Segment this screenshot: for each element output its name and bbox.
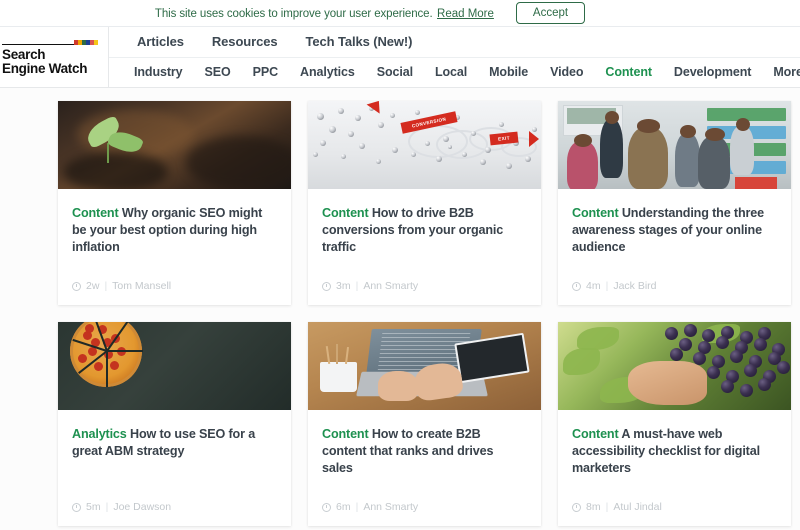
article-title[interactable]: Analytics How to use SEO for a great ABM… — [72, 426, 277, 460]
meta-separator: | — [105, 501, 109, 513]
article-time: 8m — [586, 501, 601, 513]
article-card[interactable]: Content A must-have web accessibility ch… — [558, 322, 791, 526]
article-body: Content How to create B2B content that r… — [308, 410, 541, 501]
nav-item-video[interactable]: Video — [539, 65, 594, 79]
thumbnail-art-students-in-library — [558, 101, 791, 189]
article-thumbnail[interactable] — [558, 101, 791, 189]
clock-icon — [322, 281, 331, 291]
meta-separator: | — [355, 280, 359, 292]
article-author[interactable]: Ann Smarty — [363, 501, 418, 513]
article-category[interactable]: Content — [322, 206, 369, 220]
article-time: 3m — [336, 280, 351, 292]
article-thumbnail[interactable] — [58, 322, 291, 410]
site-header: Search Engine Watch Articles Resources Tec… — [0, 27, 800, 88]
nav-item-ppc[interactable]: PPC — [242, 65, 289, 79]
article-meta: 5m | Joe Dawson — [58, 501, 291, 526]
nav-item-analytics[interactable]: Analytics — [289, 65, 366, 79]
article-meta: 3m | Ann Smarty — [308, 280, 541, 305]
meta-separator: | — [355, 501, 359, 513]
primary-nav: Articles Resources Tech Talks (New!) — [109, 27, 800, 57]
article-time: 5m — [86, 501, 101, 513]
article-category[interactable]: Analytics — [72, 427, 127, 441]
cookie-consent-message: This site uses cookies to improve your u… — [154, 8, 433, 20]
article-time: 4m — [586, 280, 601, 292]
article-card[interactable]: CONVERSION EXIT Content How to drive B2B c… — [308, 101, 541, 305]
article-category[interactable]: Content — [322, 427, 369, 441]
article-grid: Content Why organic SEO might be your be… — [0, 101, 800, 526]
article-card[interactable]: Content How to create B2B content that r… — [308, 322, 541, 526]
article-thumbnail[interactable] — [58, 101, 291, 189]
logo-color-swatches — [74, 40, 98, 45]
article-thumbnail[interactable] — [558, 322, 791, 410]
site-logo[interactable]: Search Engine Watch — [0, 27, 108, 87]
nav-item-content[interactable]: Content — [594, 65, 663, 79]
article-author[interactable]: Joe Dawson — [113, 501, 171, 513]
logo-text-line2: Engine Watch — [2, 61, 88, 76]
meta-separator: | — [605, 280, 609, 292]
nav-item-social[interactable]: Social — [366, 65, 424, 79]
main-content: Content Why organic SEO might be your be… — [0, 88, 800, 530]
nav-item-mobile[interactable]: Mobile — [478, 65, 539, 79]
logo-swatch-5 — [94, 40, 98, 45]
article-meta: 6m | Ann Smarty — [308, 501, 541, 526]
clock-icon — [72, 281, 81, 291]
article-body: Content Why organic SEO might be your be… — [58, 189, 291, 280]
article-meta: 4m | Jack Bird — [558, 280, 791, 305]
thumbnail-art-conversion-funnel-balls: CONVERSION EXIT — [308, 101, 541, 189]
article-card[interactable]: Content Understanding the three awarenes… — [558, 101, 791, 305]
logo-text-line1: Search — [2, 47, 46, 62]
cookie-accept-button[interactable]: Accept — [515, 1, 586, 25]
article-body: Content Understanding the three awarenes… — [558, 189, 791, 280]
article-category[interactable]: Content — [572, 206, 619, 220]
article-body: Analytics How to use SEO for a great ABM… — [58, 410, 291, 501]
article-title[interactable]: Content Understanding the three awarenes… — [572, 205, 777, 256]
article-card[interactable]: Content Why organic SEO might be your be… — [58, 101, 291, 305]
logo-rule-decoration — [2, 40, 98, 45]
article-time: 2w — [86, 280, 100, 292]
nav-item-tech-talks-new[interactable]: Tech Talks (New!) — [291, 34, 426, 49]
meta-separator: | — [605, 501, 609, 513]
category-nav: Industry SEO PPC Analytics Social Local Mobile… — [109, 56, 800, 88]
article-card[interactable]: Analytics How to use SEO for a great ABM… — [58, 322, 291, 526]
article-title[interactable]: Content How to drive B2B conversions fro… — [322, 205, 527, 256]
cookie-consent-bar: This site uses cookies to improve your u… — [0, 0, 800, 27]
clock-icon — [572, 281, 581, 291]
nav-item-local[interactable]: Local — [424, 65, 478, 79]
article-author[interactable]: Jack Bird — [613, 280, 656, 292]
nav-item-articles[interactable]: Articles — [123, 34, 198, 49]
nav-item-more[interactable]: More — [762, 65, 800, 79]
article-thumbnail[interactable]: CONVERSION EXIT — [308, 101, 541, 189]
article-category[interactable]: Content — [572, 427, 619, 441]
thumbnail-art-hand-picking-grapes — [558, 322, 791, 410]
article-thumbnail[interactable] — [308, 322, 541, 410]
nav-item-resources[interactable]: Resources — [198, 34, 292, 49]
cookie-consent-text: This site uses cookies to improve your u… — [155, 4, 494, 22]
header-navigation: Articles Resources Tech Talks (New!) Indus… — [108, 27, 800, 87]
thumbnail-art-pizza-pie-chart — [58, 322, 291, 410]
clock-icon — [322, 502, 331, 512]
clock-icon — [72, 502, 81, 512]
article-category[interactable]: Content — [72, 206, 119, 220]
nav-item-development[interactable]: Development — [663, 65, 762, 79]
clock-icon — [572, 502, 581, 512]
article-meta: 2w | Tom Mansell — [58, 280, 291, 305]
article-title[interactable]: Content A must-have web accessibility ch… — [572, 426, 777, 477]
article-meta: 8m | Atul Jindal — [558, 501, 791, 526]
article-title[interactable]: Content How to create B2B content that r… — [322, 426, 527, 477]
article-author[interactable]: Tom Mansell — [112, 280, 171, 292]
article-body: Content A must-have web accessibility ch… — [558, 410, 791, 501]
article-title[interactable]: Content Why organic SEO might be your be… — [72, 205, 277, 256]
thumbnail-art-laptop-hands-desk — [308, 322, 541, 410]
article-author[interactable]: Ann Smarty — [363, 280, 418, 292]
article-body: Content How to drive B2B conversions fro… — [308, 189, 541, 280]
nav-item-industry[interactable]: Industry — [123, 65, 194, 79]
article-author[interactable]: Atul Jindal — [613, 501, 661, 513]
nav-item-seo[interactable]: SEO — [194, 65, 242, 79]
meta-separator: | — [104, 280, 108, 292]
article-time: 6m — [336, 501, 351, 513]
thumbnail-art-seedling-in-soil — [58, 101, 291, 189]
cookie-read-more-link[interactable]: Read More — [437, 8, 494, 20]
logo-rule-line — [2, 43, 74, 45]
